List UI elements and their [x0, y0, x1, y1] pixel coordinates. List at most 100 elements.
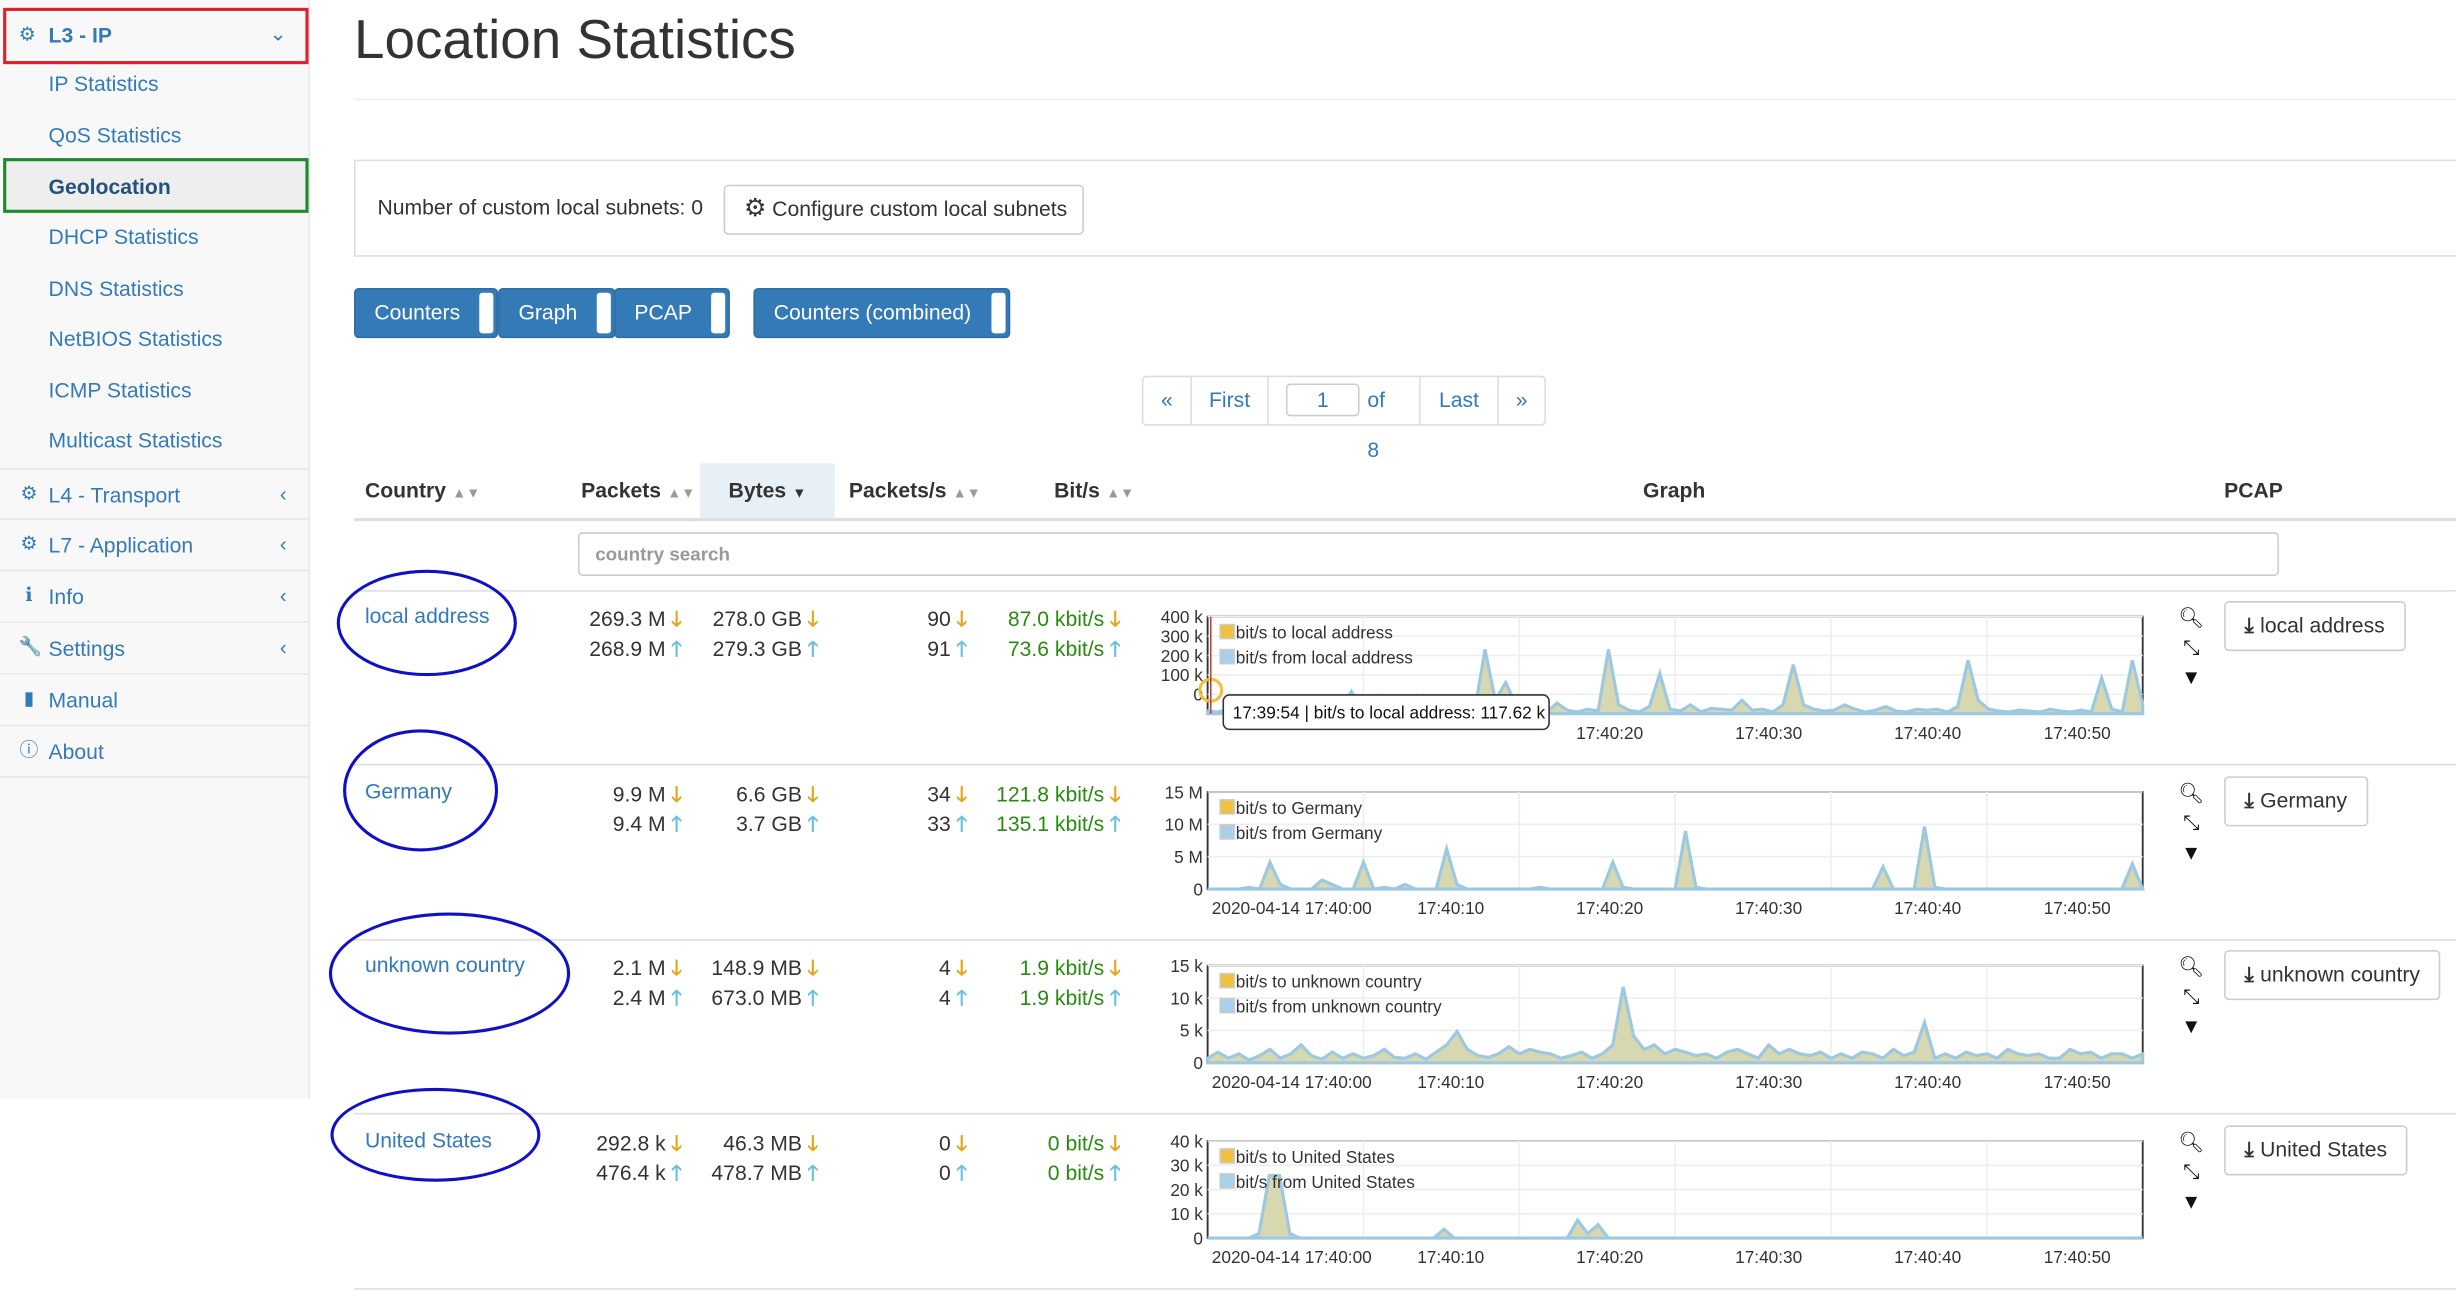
toggle-graph[interactable]: Graph: [498, 287, 616, 339]
packets-up-value: 476.4 k 🡑: [596, 1158, 686, 1194]
legend-swatch: [1219, 799, 1236, 815]
country-link[interactable]: United States: [365, 1129, 492, 1152]
x-tick-label: 17:40:20: [1576, 1247, 1643, 1267]
arrow-up-icon: 🡑: [807, 637, 819, 661]
download-icon: ⤓: [2244, 962, 2254, 987]
y-tick-label: 5 M: [1174, 847, 1203, 867]
pcap-download-button[interactable]: ⤓ United States: [2224, 1125, 2408, 1176]
header-pcap: PCAP: [2224, 478, 2283, 503]
sidebar-item-settings[interactable]: 🔧 Settings ‹: [0, 623, 309, 675]
x-tick-label: 17:40:20: [1576, 898, 1643, 918]
country-link[interactable]: local address: [365, 604, 490, 627]
traffic-graph[interactable]: 40 k 30 k 20 k 10 k 0 2020-04-14 17:40:00 17:4…: [1151, 1132, 2153, 1301]
graph-tools: 🔍︎ ⤡ ▼: [2177, 952, 2205, 1041]
sidebar-item-manual[interactable]: ▮ Manual: [0, 675, 309, 727]
header-packets[interactable]: Packets ▲▼: [581, 463, 695, 518]
legend-label: bit/s from United States: [1236, 1172, 1415, 1192]
zoom-icon[interactable]: 🔍︎: [2177, 603, 2205, 633]
toggle-pcap[interactable]: PCAP: [613, 287, 730, 339]
sidebar-item-ip-statistics[interactable]: IP Statistics: [0, 59, 309, 109]
traffic-graph[interactable]: 15 M 10 M 5 M 0 2020-04-14 17:40:00 17:40:10 1…: [1151, 783, 2153, 952]
compress-icon[interactable]: ⤡: [2177, 632, 2205, 662]
sort-icon: ▲▼: [952, 485, 981, 501]
sidebar-item-netbios-statistics[interactable]: NetBIOS Statistics: [0, 315, 309, 365]
zoom-icon[interactable]: 🔍︎: [2177, 778, 2205, 808]
pagination-next[interactable]: »: [1497, 375, 1546, 426]
country-search-input[interactable]: country search: [577, 532, 2279, 576]
traffic-graph[interactable]: 400 k300 k200 k100 k017:40:20 17:40:30 17:…: [1151, 607, 2153, 776]
pps-up-value: 0 🡑: [939, 1158, 971, 1194]
sort-icon: ▲▼: [452, 485, 481, 501]
legend-swatch: [1219, 1173, 1236, 1189]
pagination-first[interactable]: First: [1190, 375, 1269, 426]
zoom-icon[interactable]: 🔍︎: [2177, 1127, 2205, 1157]
graph-tools: 🔍︎ ⤡ ▼: [2177, 1127, 2205, 1216]
compress-icon[interactable]: ⤡: [2177, 1157, 2205, 1187]
sidebar-item-l7-application[interactable]: ⚙ L7 - Application ‹: [0, 520, 309, 572]
x-tick-label: 17:40:30: [1735, 723, 1802, 743]
sidebar-item-qos-statistics[interactable]: QoS Statistics: [0, 111, 309, 161]
arrow-up-icon: 🡑: [1109, 1161, 1121, 1185]
sidebar-item-dns-statistics[interactable]: DNS Statistics: [0, 265, 309, 315]
sidebar-item-geolocation[interactable]: Geolocation: [3, 158, 309, 213]
pcap-download-button[interactable]: ⤓ local address: [2224, 601, 2406, 652]
x-tick-label: 17:40:40: [1894, 898, 1961, 918]
legend-label: bit/s to unknown country: [1236, 972, 1422, 992]
zoom-icon[interactable]: 🔍︎: [2177, 952, 2205, 982]
header-bytes[interactable]: Bytes ▼: [700, 463, 835, 519]
toggle-counters-combined[interactable]: Counters (combined): [753, 287, 1011, 339]
traffic-graph[interactable]: 15 k 10 k 5 k 0 2020-04-14 17:40:00 17:40:10 1…: [1151, 956, 2153, 1125]
toggle-counters[interactable]: Counters: [353, 287, 499, 339]
pagination-last[interactable]: Last: [1419, 375, 1499, 426]
sidebar-item-about[interactable]: ⓘ About: [0, 726, 309, 778]
arrow-up-icon: 🡑: [807, 812, 819, 836]
caret-down-icon[interactable]: ▼: [2177, 1011, 2205, 1041]
sort-icon: ▲▼: [1106, 485, 1135, 501]
gear-icon: ⚙: [18, 23, 36, 46]
download-icon: ⤓: [2244, 1137, 2254, 1162]
legend-swatch: [1219, 972, 1236, 989]
pcap-download-button[interactable]: ⤓ unknown country: [2224, 950, 2441, 1001]
pps-up-value: 33 🡑: [927, 809, 971, 845]
arrow-up-icon: 🡑: [671, 812, 683, 836]
sidebar: ⚙ L3 - IP ⌄ IP Statistics QoS Statistics…: [0, 0, 311, 1099]
header-packets-per-second[interactable]: Packets/s ▲▼: [849, 463, 981, 518]
y-tick-label: 200 k: [1161, 646, 1204, 666]
sidebar-item-multicast-statistics[interactable]: Multicast Statistics: [0, 416, 309, 466]
caret-down-icon[interactable]: ▼: [2177, 837, 2205, 867]
legend-swatch: [1219, 1148, 1236, 1164]
download-icon: ⤓: [2244, 613, 2254, 638]
download-icon: ⤓: [2244, 788, 2254, 813]
header-country[interactable]: Country ▲▼: [365, 463, 480, 518]
sidebar-item-dhcp-statistics[interactable]: DHCP Statistics: [0, 213, 309, 263]
x-tick-label: 17:40:20: [1576, 1072, 1643, 1092]
legend-label: bit/s from unknown country: [1236, 997, 1442, 1017]
header-bits-per-second[interactable]: Bit/s ▲▼: [1054, 463, 1134, 518]
chevron-left-icon: ‹: [279, 482, 287, 506]
y-tick-label: 100 k: [1161, 665, 1204, 685]
country-link[interactable]: unknown country: [365, 953, 525, 976]
graph-tools: 🔍︎ ⤡ ▼: [2177, 603, 2205, 692]
page-title: Location Statistics: [353, 9, 796, 71]
pagination-prev[interactable]: «: [1141, 375, 1192, 426]
arrow-up-icon: 🡑: [1109, 986, 1121, 1010]
sidebar-item-l4-transport[interactable]: ⚙ L4 - Transport ‹: [0, 467, 309, 520]
legend-swatch: [1219, 648, 1236, 665]
pcap-download-button[interactable]: ⤓ Germany: [2224, 776, 2368, 827]
sidebar-item-l3-ip[interactable]: ⚙ L3 - IP ⌄: [3, 7, 309, 65]
sidebar-item-icmp-statistics[interactable]: ICMP Statistics: [0, 366, 309, 416]
caret-down-icon[interactable]: ▼: [2177, 1186, 2205, 1216]
y-tick-label: 40 k: [1170, 1132, 1203, 1152]
country-link[interactable]: Germany: [365, 779, 452, 802]
configure-subnets-button[interactable]: ⚙ Configure custom local subnets: [723, 184, 1084, 235]
x-tick-label: 17:40:30: [1735, 898, 1802, 918]
legend-swatch: [1219, 824, 1236, 840]
compress-icon[interactable]: ⤡: [2177, 808, 2205, 838]
gear-icon: ⚙: [20, 482, 38, 504]
arrow-up-icon: 🡑: [671, 1161, 683, 1185]
sidebar-item-info[interactable]: i Info ‹: [0, 571, 309, 623]
caret-down-icon[interactable]: ▼: [2177, 662, 2205, 692]
arrow-up-icon: 🡑: [1109, 812, 1121, 836]
compress-icon[interactable]: ⤡: [2177, 981, 2205, 1011]
page-number-input[interactable]: 1: [1285, 383, 1360, 417]
